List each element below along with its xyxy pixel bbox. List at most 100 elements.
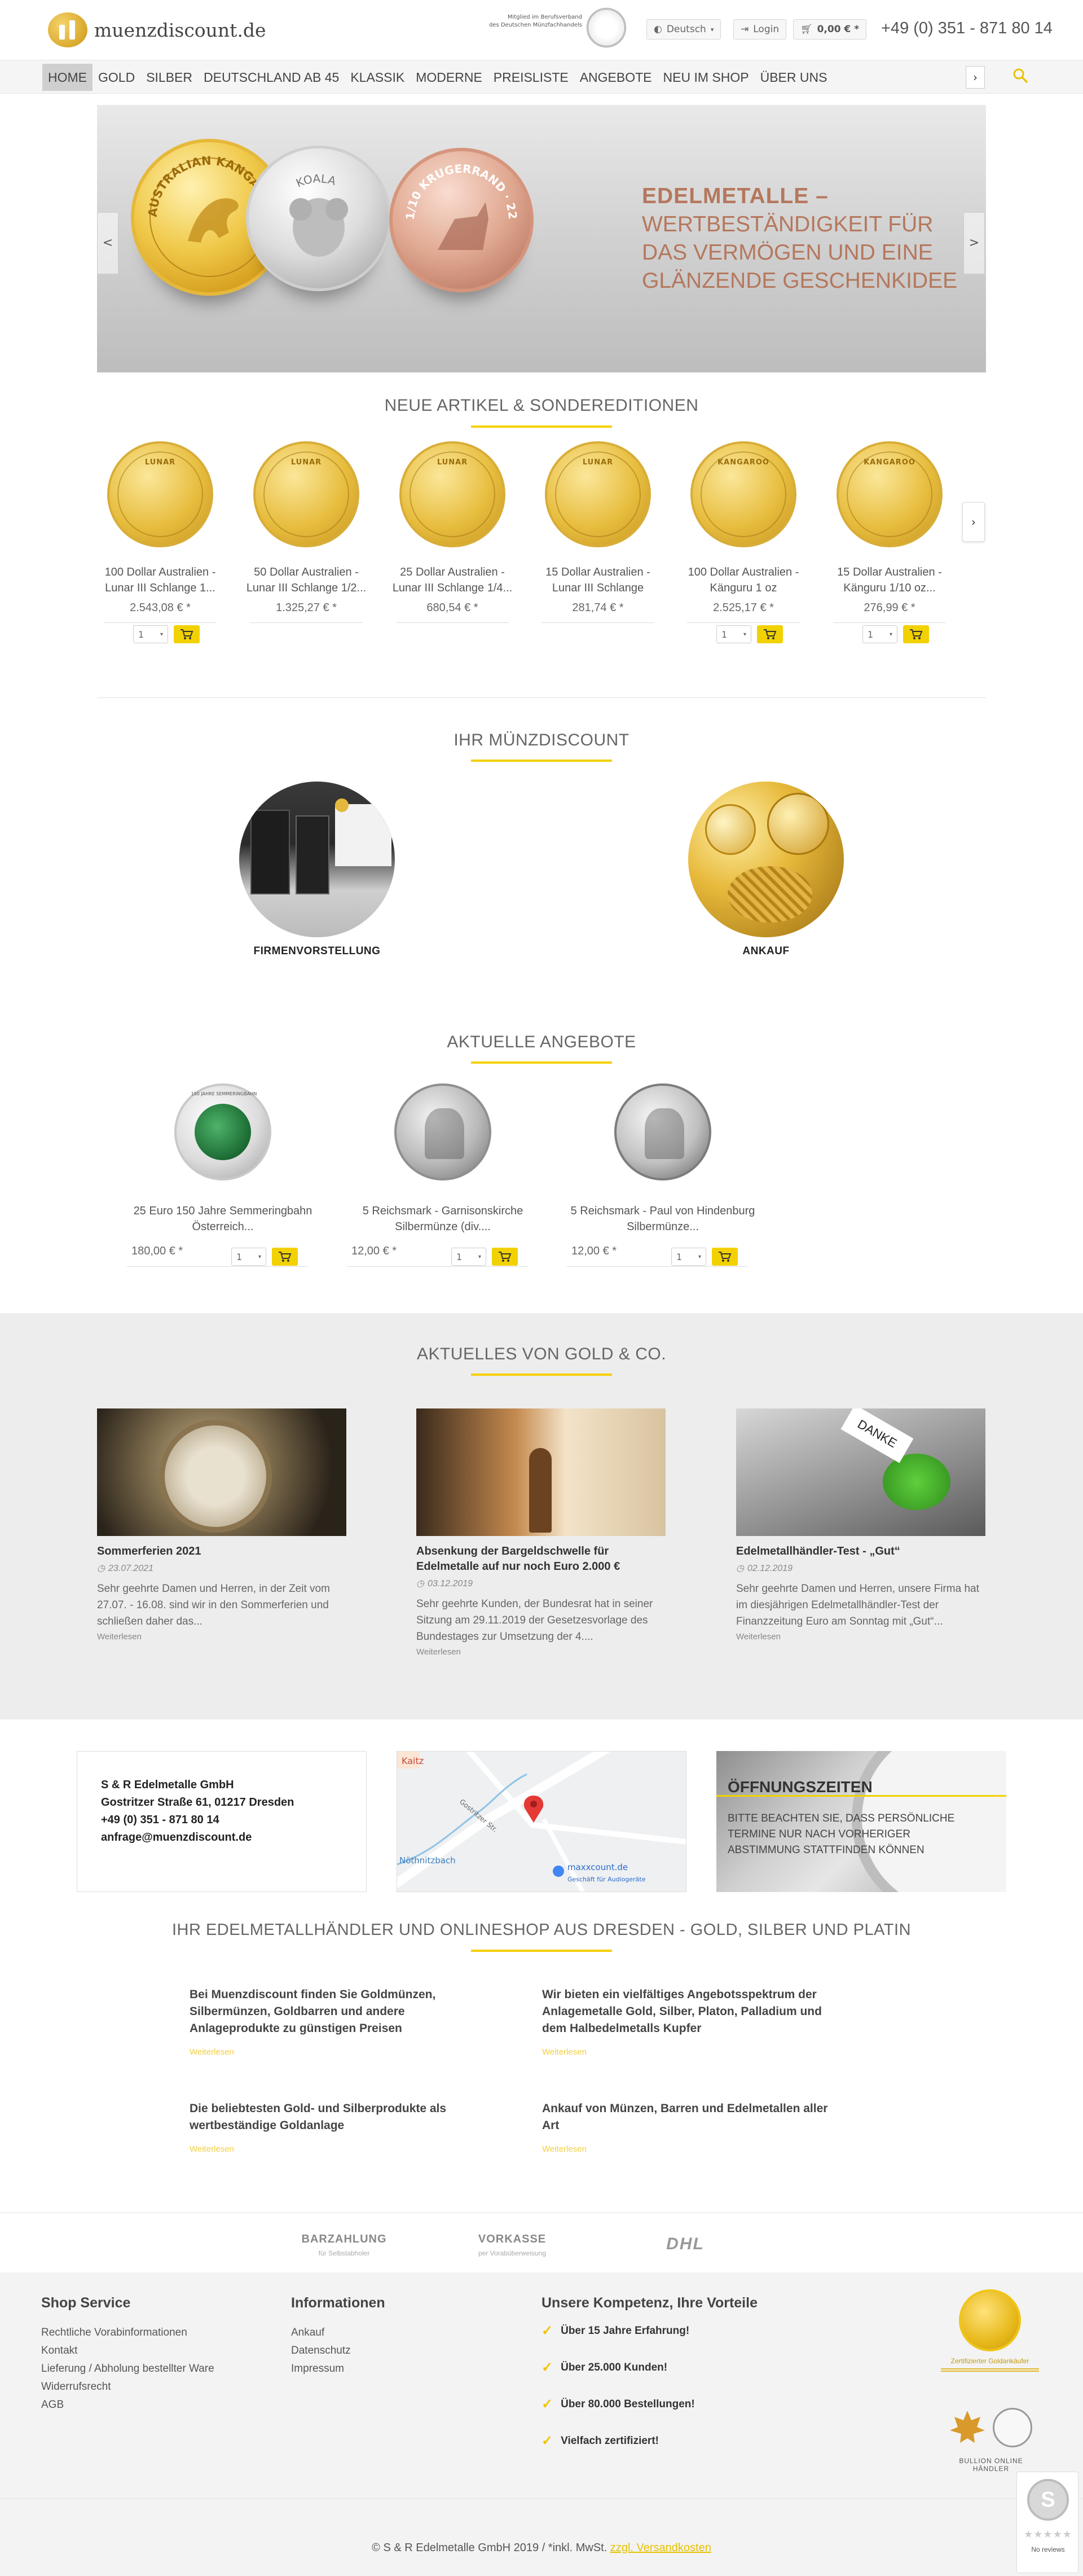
shipping-costs-link[interactable]: zzgl. Versandkosten bbox=[610, 2542, 711, 2554]
nav-item-5[interactable]: MODERNE bbox=[410, 64, 488, 91]
product-card[interactable]: LUNAR 50 Dollar Australien - Lunar III Sc… bbox=[239, 441, 374, 623]
contact-phone[interactable]: +49 (0) 351 - 871 80 14 bbox=[101, 1811, 294, 1829]
read-more-link[interactable]: Weiterlesen bbox=[542, 2047, 835, 2057]
quantity-select[interactable]: 1 ▾ bbox=[451, 1248, 486, 1266]
nav-item-0[interactable]: HOME bbox=[42, 64, 93, 91]
offer-card[interactable]: 5 Reichsmark - Paul von Hindenburg Silbe… bbox=[556, 1083, 770, 1235]
slider-prev-button[interactable]: < bbox=[97, 212, 118, 274]
nav-item-6[interactable]: PREISLISTE bbox=[488, 64, 574, 91]
product-card[interactable]: LUNAR 15 Dollar Australien - Lunar III Sc… bbox=[530, 441, 666, 623]
news-card[interactable]: Sommerferien 2021 ◷ 23.07.2021 Sehr geehrte… bbox=[97, 1408, 346, 1642]
footer-info-link[interactable]: Datenschutz bbox=[291, 2342, 460, 2360]
add-to-cart-button[interactable] bbox=[174, 625, 200, 643]
quantity-select[interactable]: 1 ▾ bbox=[671, 1248, 706, 1266]
product-name[interactable]: 100 Dollar Australien - Känguru 1 oz bbox=[676, 564, 811, 596]
search-icon[interactable] bbox=[1011, 67, 1029, 85]
footer-service-link[interactable]: AGB bbox=[41, 2396, 267, 2414]
offer-image[interactable] bbox=[614, 1083, 711, 1181]
company-photo[interactable] bbox=[239, 782, 395, 937]
offer-card[interactable]: 150 JAHRE SEMMERINGBAHN 25 Euro 150 Jahre… bbox=[116, 1083, 330, 1235]
offer-card[interactable]: 5 Reichsmark - Garnisonskirche Silbermün… bbox=[336, 1083, 550, 1235]
slider-next-button[interactable]: > bbox=[963, 212, 985, 274]
footer-service-link[interactable]: Rechtliche Vorabinformationen bbox=[41, 2324, 267, 2342]
footer-service-link[interactable]: Kontakt bbox=[41, 2342, 267, 2360]
cart-button[interactable]: 🛒︎ 0,00 € * bbox=[793, 19, 867, 40]
offer-image[interactable] bbox=[394, 1083, 491, 1181]
add-to-cart-button[interactable] bbox=[757, 625, 783, 643]
nav-item-8[interactable]: NEU IM SHOP bbox=[658, 64, 755, 91]
news-image[interactable] bbox=[97, 1408, 346, 1536]
news-title[interactable]: Absenkung der Bargeldschwelle für Edelme… bbox=[416, 1544, 666, 1574]
logo[interactable]: muenzdiscount.de bbox=[48, 12, 266, 47]
coin2-text: KOALA bbox=[294, 172, 337, 190]
add-to-cart-button[interactable] bbox=[712, 1248, 738, 1266]
language-selector[interactable]: ◐ Deutsch ▾ bbox=[646, 19, 721, 40]
product-image[interactable]: KANGAROO bbox=[690, 441, 796, 547]
location-map[interactable]: Kaitz Gostritzer Str. Nöthnitzbach maxxc… bbox=[397, 1751, 686, 1892]
quantity-select[interactable]: 1 ▾ bbox=[716, 625, 751, 643]
quantity-select[interactable]: 1 ▾ bbox=[231, 1248, 266, 1266]
checkmark-icon: ✓ bbox=[542, 2323, 553, 2338]
nav-item-7[interactable]: ANGEBOTE bbox=[574, 64, 658, 91]
product-image[interactable]: LUNAR bbox=[545, 441, 651, 547]
competence-item: ✓ Über 25.000 Kunden! bbox=[542, 2349, 824, 2386]
carousel-next-button[interactable]: › bbox=[962, 502, 985, 542]
news-title[interactable]: Sommerferien 2021 bbox=[97, 1544, 346, 1559]
read-more-link[interactable]: Weiterlesen bbox=[736, 1632, 985, 1642]
ankauf-photo[interactable] bbox=[688, 782, 844, 937]
read-more-link[interactable]: Weiterlesen bbox=[190, 2144, 483, 2154]
product-image[interactable]: LUNAR bbox=[399, 441, 505, 547]
read-more-link[interactable]: Weiterlesen bbox=[190, 2047, 483, 2057]
nav-item-3[interactable]: DEUTSCHLAND AB 45 bbox=[198, 64, 345, 91]
footer-info-link[interactable]: Ankauf bbox=[291, 2324, 460, 2342]
nav-item-2[interactable]: SILBER bbox=[140, 64, 198, 91]
nav-item-4[interactable]: KLASSIK bbox=[345, 64, 410, 91]
news-card[interactable]: DANKE Edelmetallhändler-Test - „Gut“ ◷ 02.1… bbox=[736, 1408, 985, 1642]
product-card[interactable]: LUNAR 100 Dollar Australien - Lunar III S… bbox=[93, 441, 228, 623]
product-card[interactable]: KANGAROO 100 Dollar Australien - Känguru … bbox=[676, 441, 811, 623]
footer-service-link[interactable]: Lieferung / Abholung bestellter Ware bbox=[41, 2360, 267, 2378]
offer-name[interactable]: 5 Reichsmark - Garnisonskirche Silbermün… bbox=[336, 1203, 550, 1235]
news-card[interactable]: Absenkung der Bargeldschwelle für Edelme… bbox=[416, 1408, 666, 1657]
offer-name[interactable]: 5 Reichsmark - Paul von Hindenburg Silbe… bbox=[556, 1203, 770, 1235]
footer-info-link[interactable]: Impressum bbox=[291, 2360, 460, 2378]
firmenvorstellung-label[interactable]: FIRMENVORSTELLUNG bbox=[204, 945, 430, 958]
nav-item-9[interactable]: ÜBER UNS bbox=[755, 64, 833, 91]
nav-scroll-button[interactable]: › bbox=[966, 66, 985, 89]
news-image[interactable]: DANKE bbox=[736, 1408, 985, 1536]
quantity-value: 1 bbox=[236, 1251, 243, 1262]
footer-service-link[interactable]: Widerrufsrecht bbox=[41, 2378, 267, 2396]
section-divider bbox=[97, 697, 986, 698]
product-name[interactable]: 50 Dollar Australien - Lunar III Schlang… bbox=[239, 564, 374, 596]
read-more-link[interactable]: Weiterlesen bbox=[542, 2144, 835, 2154]
news-excerpt: Sehr geehrte Kunden, der Bundesrat hat i… bbox=[416, 1598, 653, 1643]
product-name[interactable]: 15 Dollar Australien - Känguru 1/10 oz..… bbox=[822, 564, 957, 596]
quantity-select[interactable]: 1 ▾ bbox=[133, 625, 168, 643]
product-image[interactable]: KANGAROO bbox=[837, 441, 943, 547]
add-to-cart-button[interactable] bbox=[272, 1248, 298, 1266]
product-name[interactable]: 100 Dollar Australien - Lunar III Schlan… bbox=[93, 564, 228, 596]
offer-name[interactable]: 25 Euro 150 Jahre Semmeringbahn Österrei… bbox=[116, 1203, 330, 1235]
nav-item-1[interactable]: GOLD bbox=[93, 64, 140, 91]
reviews-badge[interactable]: S ★★★★★ No reviews bbox=[1016, 2472, 1078, 2573]
contact-email[interactable]: anfrage@muenzdiscount.de bbox=[101, 1829, 294, 1846]
news-title[interactable]: Edelmetallhändler-Test - „Gut“ bbox=[736, 1544, 985, 1559]
product-name[interactable]: 15 Dollar Australien - Lunar III Schlang… bbox=[530, 564, 666, 596]
login-button[interactable]: ⇥ Login bbox=[733, 19, 787, 40]
product-image[interactable]: LUNAR bbox=[253, 441, 359, 547]
clock-icon: ◷ bbox=[416, 1579, 424, 1588]
read-more-link[interactable]: Weiterlesen bbox=[97, 1632, 346, 1642]
product-image[interactable]: LUNAR bbox=[107, 441, 213, 547]
cart-total: 0,00 € * bbox=[817, 24, 860, 35]
offer-image[interactable]: 150 JAHRE SEMMERINGBAHN bbox=[174, 1083, 271, 1181]
add-to-cart-button[interactable] bbox=[492, 1248, 518, 1266]
quantity-select[interactable]: 1 ▾ bbox=[862, 625, 897, 643]
product-card[interactable]: LUNAR 25 Dollar Australien - Lunar III Sc… bbox=[385, 441, 520, 623]
product-card[interactable]: KANGAROO 15 Dollar Australien - Känguru 1… bbox=[822, 441, 957, 623]
add-to-cart-button[interactable] bbox=[903, 625, 929, 643]
read-more-link[interactable]: Weiterlesen bbox=[416, 1647, 666, 1657]
product-name[interactable]: 25 Dollar Australien - Lunar III Schlang… bbox=[385, 564, 520, 596]
hero-slider[interactable]: AUSTRALIAN KANGAROO 1 KILO · 2022 · GOLD… bbox=[97, 105, 986, 372]
news-image[interactable] bbox=[416, 1408, 666, 1536]
ankauf-label[interactable]: ANKAUF bbox=[653, 945, 879, 958]
